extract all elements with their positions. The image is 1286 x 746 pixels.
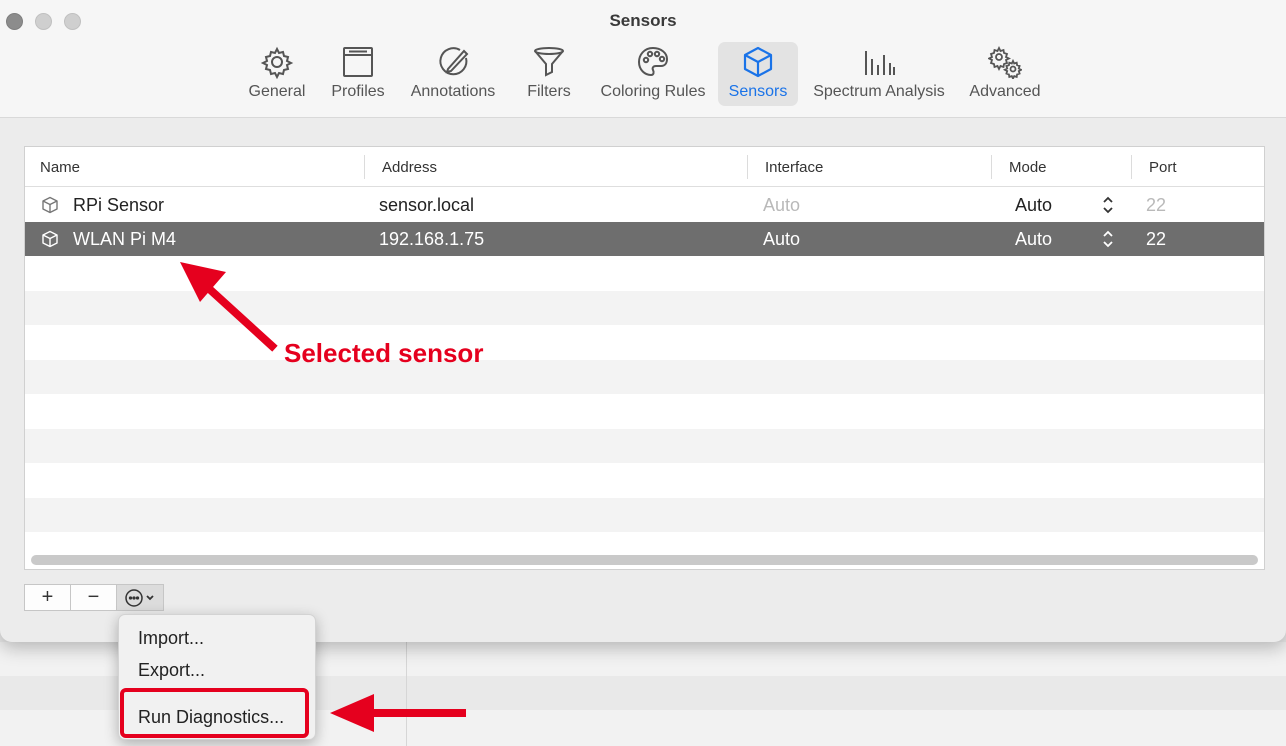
toolbar: Sensors General Profiles Annotations Fil…	[0, 0, 1286, 118]
run-diagnostics-highlight-box	[120, 688, 309, 738]
sensor-interface: Auto	[763, 229, 801, 249]
horizontal-scrollbar[interactable]	[31, 555, 1258, 565]
menu-item-export[interactable]: Export...	[138, 660, 205, 681]
sensor-name: WLAN Pi M4	[73, 229, 177, 249]
window-icon	[338, 42, 378, 82]
column-separator[interactable]	[1131, 155, 1132, 179]
column-header-address[interactable]: Address	[382, 159, 437, 176]
tab-spectrum-analysis[interactable]: Spectrum Analysis	[806, 42, 952, 106]
sensor-name: RPi Sensor	[73, 195, 165, 215]
gear-icon	[257, 42, 297, 82]
sensor-mode-select[interactable]: Auto	[1015, 195, 1052, 216]
cube-icon	[42, 230, 58, 248]
sensor-address: sensor.local	[379, 195, 475, 215]
chevron-up-down-icon[interactable]	[1101, 194, 1115, 216]
column-separator[interactable]	[747, 155, 748, 179]
empty-row	[25, 291, 1264, 325]
tab-label: Coloring Rules	[600, 83, 706, 100]
tab-label: Spectrum Analysis	[813, 83, 945, 100]
cube-icon	[42, 196, 58, 214]
chevron-up-down-icon[interactable]	[1101, 228, 1115, 250]
window-title: Sensors	[609, 11, 677, 30]
tab-advanced[interactable]: Advanced	[964, 42, 1046, 106]
sensor-address: 192.168.1.75	[379, 229, 485, 249]
palette-icon	[633, 42, 673, 82]
tab-label: Filters	[527, 83, 571, 100]
add-sensor-button[interactable]: +	[25, 585, 71, 610]
selected-sensor-annotation: Selected sensor	[284, 338, 484, 368]
table-action-buttons: + −	[24, 584, 164, 611]
sensors-preferences-window: Sensors General Profiles Annotations Fil…	[0, 0, 1286, 642]
tab-coloring-rules[interactable]: Coloring Rules	[594, 42, 712, 106]
remove-sensor-button[interactable]: −	[71, 585, 117, 610]
tab-annotations[interactable]: Annotations	[404, 42, 502, 106]
tab-label: Profiles	[331, 83, 385, 100]
tab-sensors[interactable]: Sensors	[718, 42, 798, 106]
empty-row	[25, 360, 1264, 394]
sensor-port: 22	[1146, 195, 1167, 215]
background-divider	[406, 640, 407, 746]
menu-item-import[interactable]: Import...	[138, 628, 204, 649]
sensor-mode-select[interactable]: Auto	[1015, 229, 1052, 250]
empty-row	[25, 498, 1264, 532]
pen-circle-icon	[433, 42, 473, 82]
column-separator[interactable]	[364, 155, 365, 179]
tab-label: Sensors	[728, 83, 788, 100]
table-row[interactable]: RPi Sensor sensor.local Auto Auto 22	[25, 188, 1264, 222]
column-header-mode[interactable]: Mode	[1009, 159, 1047, 176]
tab-profiles[interactable]: Profiles	[324, 42, 392, 106]
funnel-icon	[529, 42, 569, 82]
more-actions-button[interactable]	[117, 585, 163, 610]
tab-label: General	[248, 83, 306, 100]
tab-label: Advanced	[969, 83, 1041, 100]
sensors-table: Name Address Interface Mode Port RPi Sen…	[24, 146, 1265, 570]
table-header: Name Address Interface Mode Port	[25, 147, 1264, 187]
sensor-port: 22	[1146, 229, 1167, 249]
gears-icon	[985, 42, 1025, 82]
empty-row	[25, 429, 1264, 463]
ellipsis-circle-icon	[125, 588, 154, 607]
cube-icon	[738, 42, 778, 82]
column-separator[interactable]	[991, 155, 992, 179]
tab-label: Annotations	[410, 83, 496, 100]
sensor-interface: Auto	[763, 195, 801, 215]
spectrum-bars-icon	[859, 42, 899, 82]
column-header-name[interactable]: Name	[40, 159, 80, 176]
column-header-port[interactable]: Port	[1149, 159, 1177, 176]
tab-filters[interactable]: Filters	[518, 42, 580, 106]
tab-general[interactable]: General	[244, 42, 310, 106]
column-header-interface[interactable]: Interface	[765, 159, 823, 176]
table-row-selected[interactable]: WLAN Pi M4 192.168.1.75 Auto Auto 22	[25, 222, 1264, 256]
